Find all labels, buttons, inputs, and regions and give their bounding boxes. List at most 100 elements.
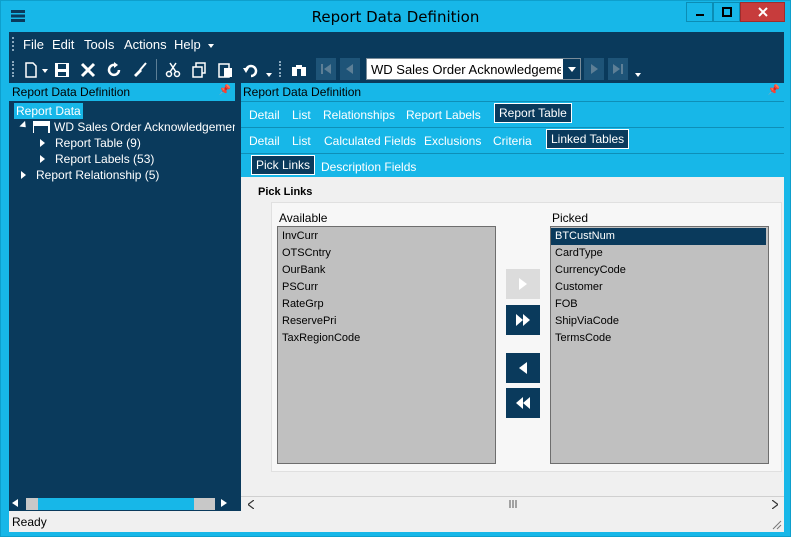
- list-item[interactable]: ShipViaCode: [555, 315, 619, 327]
- list-item[interactable]: CardType: [555, 247, 603, 259]
- toolbar-overflow-icon[interactable]: [635, 73, 641, 77]
- tab-description-fields[interactable]: Description Fields: [321, 160, 416, 174]
- remove-all-button[interactable]: [506, 388, 540, 418]
- paste-button[interactable]: [215, 60, 235, 80]
- cut-button[interactable]: [163, 60, 183, 80]
- close-icon: [757, 7, 768, 17]
- maximize-button[interactable]: [713, 2, 740, 22]
- undo-dropdown-icon[interactable]: [266, 73, 272, 77]
- first-record-icon: [321, 64, 331, 74]
- window-title: Report Data Definition: [311, 8, 480, 26]
- new-document-icon: [25, 62, 37, 78]
- previous-record-icon: [346, 64, 353, 74]
- new-button[interactable]: [21, 60, 41, 80]
- tree-node-sales-order[interactable]: WD Sales Order Acknowledgement: [54, 120, 242, 134]
- scroll-thumb[interactable]: [26, 498, 38, 510]
- delete-button[interactable]: [78, 60, 98, 80]
- list-item-selected[interactable]: BTCustNum: [551, 228, 766, 245]
- menu-file[interactable]: File: [23, 37, 44, 52]
- add-one-button[interactable]: [506, 269, 540, 299]
- tab-pick-links[interactable]: Pick Links: [251, 155, 316, 175]
- tab-list-2[interactable]: List: [292, 134, 311, 148]
- expand-icon[interactable]: [40, 139, 45, 147]
- undo-button[interactable]: [241, 60, 261, 80]
- list-item[interactable]: ReservePri: [282, 315, 336, 327]
- menu-help[interactable]: Help: [174, 37, 201, 52]
- menu-overflow-icon[interactable]: [208, 44, 214, 48]
- resize-grip-icon[interactable]: [772, 520, 782, 530]
- scroll-left-icon[interactable]: [12, 499, 18, 507]
- pick-links-panel: Pick Links Available Picked InvCurr OTSC…: [241, 177, 784, 511]
- tab-list[interactable]: List: [292, 108, 311, 122]
- menu-bar: File Edit Tools Actions Help: [9, 32, 784, 56]
- left-pane-title: Report Data Definition: [12, 85, 131, 99]
- record-combo-dropdown[interactable]: [563, 59, 580, 79]
- scroll-track[interactable]: [38, 498, 194, 510]
- scroll-right-icon[interactable]: [772, 500, 778, 509]
- copy-button[interactable]: [189, 60, 209, 80]
- left-horizontal-scrollbar[interactable]: [9, 495, 235, 511]
- list-item[interactable]: TermsCode: [555, 332, 611, 344]
- previous-record-button[interactable]: [340, 58, 360, 80]
- first-record-button[interactable]: [316, 58, 336, 80]
- tree-item-report-labels[interactable]: Report Labels (53): [55, 152, 154, 166]
- list-item[interactable]: OTSCntry: [282, 247, 331, 259]
- tab-exclusions[interactable]: Exclusions: [424, 134, 481, 148]
- content-horizontal-scrollbar[interactable]: [241, 496, 784, 511]
- tree-item-report-table[interactable]: Report Table (9): [55, 136, 141, 150]
- next-record-button[interactable]: [584, 58, 604, 80]
- tab-criteria[interactable]: Criteria: [493, 134, 532, 148]
- list-item[interactable]: CurrencyCode: [555, 264, 626, 276]
- tab-detail[interactable]: Detail: [249, 108, 280, 122]
- list-item[interactable]: OurBank: [282, 264, 325, 276]
- save-icon: [55, 63, 69, 77]
- expand-icon[interactable]: [40, 155, 45, 163]
- tab-report-table[interactable]: Report Table: [494, 103, 572, 123]
- tab-calculated-fields[interactable]: Calculated Fields: [324, 134, 416, 148]
- add-all-button[interactable]: [506, 305, 540, 335]
- pin-icon[interactable]: 📌: [219, 85, 231, 96]
- delete-icon: [80, 62, 96, 78]
- picked-listbox[interactable]: BTCustNum CardType CurrencyCode Customer…: [550, 226, 769, 464]
- record-combo[interactable]: WD Sales Order Acknowledgement: [366, 58, 581, 80]
- scroll-grip-icon[interactable]: [509, 500, 517, 508]
- list-item[interactable]: RateGrp: [282, 298, 324, 310]
- list-item[interactable]: PSCurr: [282, 281, 318, 293]
- available-listbox[interactable]: InvCurr OTSCntry OurBank PSCurr RateGrp …: [277, 226, 496, 464]
- list-item[interactable]: FOB: [555, 298, 578, 310]
- remove-one-button[interactable]: [506, 353, 540, 383]
- tab-linked-tables[interactable]: Linked Tables: [546, 129, 630, 149]
- scroll-left-icon[interactable]: [248, 500, 254, 509]
- menu-tools[interactable]: Tools: [84, 37, 114, 52]
- refresh-button[interactable]: [104, 60, 124, 80]
- tab-relationships[interactable]: Relationships: [323, 108, 395, 122]
- paste-icon: [218, 63, 232, 78]
- pick-links-group: Available Picked InvCurr OTSCntry OurBan…: [271, 202, 782, 472]
- copy-icon: [192, 62, 206, 78]
- new-dropdown-icon[interactable]: [42, 69, 48, 73]
- search-button[interactable]: [289, 60, 309, 80]
- list-item[interactable]: InvCurr: [282, 230, 318, 242]
- right-pane-title: Report Data Definition: [243, 85, 362, 99]
- clear-button[interactable]: [130, 60, 150, 80]
- save-button[interactable]: [52, 60, 72, 80]
- tree-item-report-relationship[interactable]: Report Relationship (5): [36, 168, 159, 182]
- last-record-button[interactable]: [608, 58, 628, 80]
- folder-icon: [33, 121, 50, 133]
- right-pane-header: Report Data Definition 📌: [241, 83, 784, 101]
- list-item[interactable]: TaxRegionCode: [282, 332, 360, 344]
- menu-edit[interactable]: Edit: [52, 37, 74, 52]
- scroll-right-icon[interactable]: [221, 499, 227, 507]
- pin-icon[interactable]: 📌: [768, 85, 780, 96]
- tab-report-labels[interactable]: Report Labels: [406, 108, 481, 122]
- minimize-button[interactable]: [686, 2, 713, 22]
- menu-actions[interactable]: Actions: [124, 37, 167, 52]
- tree-root[interactable]: Report Data: [14, 103, 83, 119]
- tab-detail-2[interactable]: Detail: [249, 134, 280, 148]
- scroll-thumb-end[interactable]: [194, 498, 215, 510]
- list-item[interactable]: Customer: [555, 281, 603, 293]
- collapse-icon[interactable]: [19, 120, 29, 131]
- close-button[interactable]: [740, 2, 785, 22]
- binoculars-icon: [292, 65, 306, 76]
- expand-icon[interactable]: [21, 171, 26, 179]
